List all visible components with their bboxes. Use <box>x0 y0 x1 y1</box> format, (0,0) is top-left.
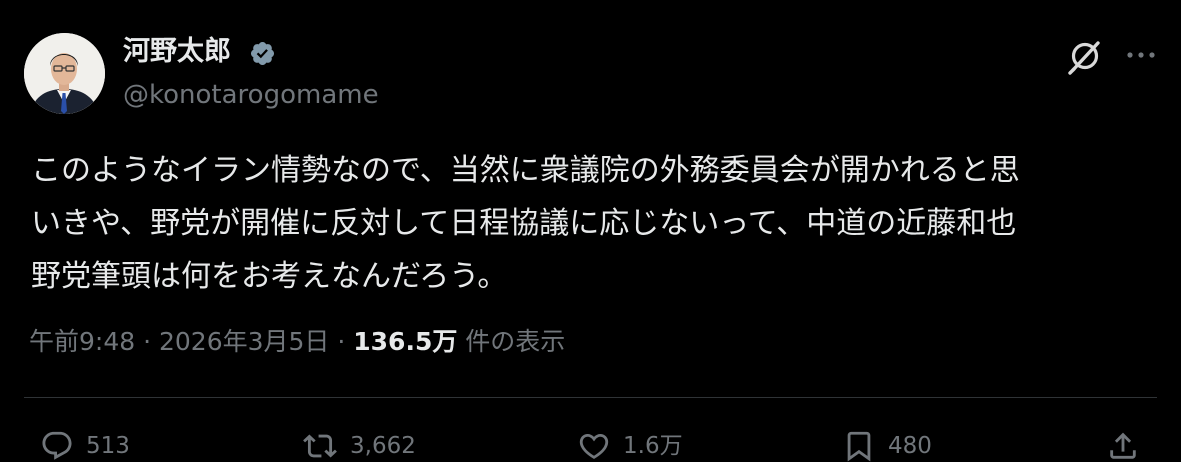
grok-icon[interactable] <box>1066 37 1104 75</box>
divider <box>24 397 1157 398</box>
tweet-time[interactable]: 午前9:48 <box>29 327 135 356</box>
display-name[interactable]: 河野太郎 <box>123 34 231 70</box>
bookmark-count: 480 <box>888 433 932 459</box>
views-count[interactable]: 136.5万 <box>353 327 457 356</box>
share-button[interactable] <box>1106 426 1140 462</box>
repost-icon <box>303 434 337 458</box>
more-icon[interactable] <box>1123 45 1159 65</box>
avatar[interactable] <box>24 33 105 114</box>
handle[interactable]: @konotarogomame <box>123 78 379 112</box>
repost-button[interactable]: 3,662 <box>302 426 416 462</box>
meta-separator: · <box>329 327 354 356</box>
tweet-text-line: 野党筆頭は何をお考えなんだろう。 <box>31 259 508 294</box>
tweet-text-line: いきや、野党が開催に反対して日程協議に応じないって、中道の近藤和也 <box>31 206 1017 241</box>
bookmark-icon <box>847 431 871 462</box>
tweet-text: このようなイラン情勢なので、当然に衆議院の外務委員会が開かれると思 いきや、野党… <box>31 144 1161 303</box>
tweet-date[interactable]: 2026年3月5日 <box>159 327 329 356</box>
tweet-text-line: このようなイラン情勢なので、当然に衆議院の外務委員会が開かれると思 <box>31 153 1020 188</box>
like-icon <box>579 433 609 459</box>
like-count: 1.6万 <box>623 433 683 459</box>
meta-separator: · <box>135 327 159 356</box>
reply-button[interactable]: 513 <box>40 426 130 462</box>
tweet-meta: 午前9:48 · 2026年3月5日 · 136.5万 件の表示 <box>29 324 565 360</box>
verified-badge-icon <box>250 41 275 66</box>
reply-icon <box>42 431 72 460</box>
tweet-card: 河野太郎 @konotarogomame このようなイラン情勢なので、当然に衆議… <box>0 0 1181 462</box>
views-label: 件の表示 <box>457 327 566 356</box>
bookmark-button[interactable]: 480 <box>842 426 932 462</box>
repost-count: 3,662 <box>350 433 416 459</box>
share-icon <box>1110 432 1136 459</box>
reply-count: 513 <box>86 433 130 459</box>
like-button[interactable]: 1.6万 <box>577 426 683 462</box>
